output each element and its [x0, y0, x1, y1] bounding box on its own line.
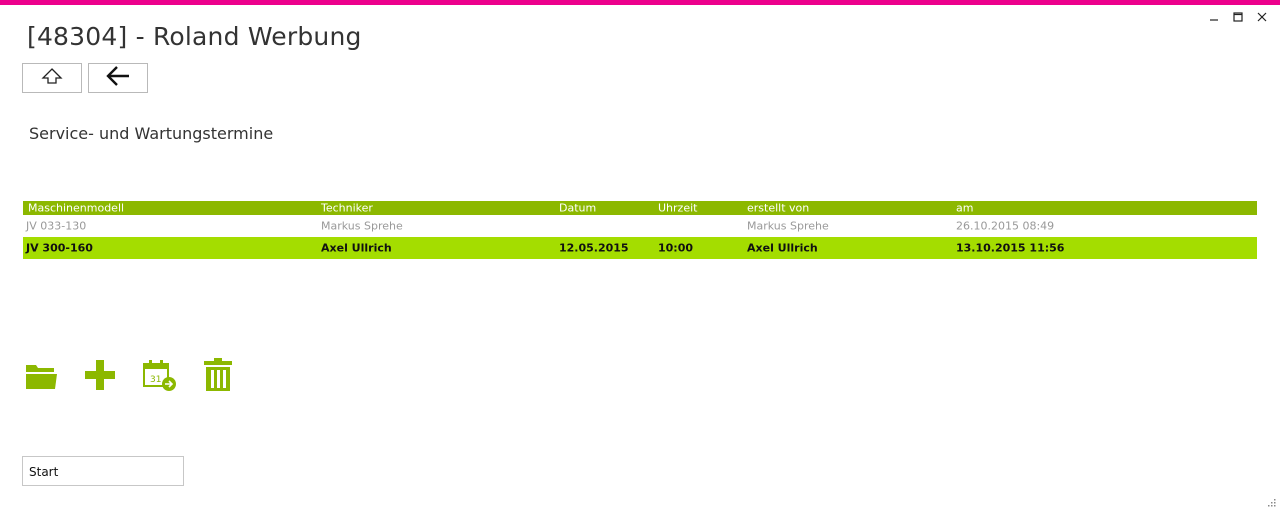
column-header-am[interactable]: am — [956, 202, 973, 215]
cell-maschinenmodell: JV 033-130 — [26, 219, 87, 233]
cell-am: 26.10.2015 08:49 — [956, 219, 1055, 233]
start-button[interactable]: Start — [22, 456, 184, 486]
column-header-erstellt-von[interactable]: erstellt von — [747, 202, 809, 215]
column-header-uhrzeit[interactable]: Uhrzeit — [658, 202, 697, 215]
section-title: Service- und Wartungstermine — [29, 124, 274, 143]
resize-grip-icon[interactable] — [1266, 494, 1276, 507]
up-arrow-icon — [40, 67, 64, 90]
cell-am: 13.10.2015 11:56 — [956, 241, 1065, 255]
maximize-icon[interactable] — [1226, 10, 1250, 24]
calendar-day-label: 31 — [150, 375, 161, 385]
cell-techniker: Axel Ullrich — [321, 241, 392, 255]
table-row[interactable]: JV 033-130 Markus Sprehe Markus Sprehe 2… — [23, 215, 1257, 237]
window-accent-bar — [0, 0, 1280, 5]
minimize-icon[interactable] — [1202, 10, 1226, 24]
add-icon[interactable] — [81, 356, 119, 394]
cell-uhrzeit: 10:00 — [658, 241, 694, 255]
close-icon[interactable] — [1250, 10, 1274, 24]
open-folder-icon[interactable] — [22, 356, 60, 394]
cell-erstellt-von: Axel Ullrich — [747, 241, 818, 255]
back-arrow-icon — [105, 65, 131, 91]
table-header: Maschinenmodell Techniker Datum Uhrzeit … — [23, 201, 1257, 215]
cell-erstellt-von: Markus Sprehe — [747, 219, 829, 233]
back-button[interactable] — [88, 63, 148, 93]
cell-maschinenmodell: JV 300-160 — [26, 241, 93, 255]
column-header-techniker[interactable]: Techniker — [321, 202, 373, 215]
calendar-forward-icon[interactable]: 31 — [140, 356, 178, 394]
table-row-selected[interactable]: JV 300-160 Axel Ullrich 12.05.2015 10:00… — [23, 237, 1257, 259]
home-button[interactable] — [22, 63, 82, 93]
window-controls — [1202, 10, 1274, 24]
delete-icon[interactable] — [199, 356, 237, 394]
page-title: [48304] - Roland Werbung — [27, 22, 362, 51]
appointments-table: Maschinenmodell Techniker Datum Uhrzeit … — [23, 201, 1257, 259]
column-header-maschinenmodell[interactable]: Maschinenmodell — [28, 202, 124, 215]
cell-techniker: Markus Sprehe — [321, 219, 403, 233]
cell-datum: 12.05.2015 — [559, 241, 629, 255]
action-toolbar: 31 — [22, 356, 258, 394]
column-header-datum[interactable]: Datum — [559, 202, 596, 215]
